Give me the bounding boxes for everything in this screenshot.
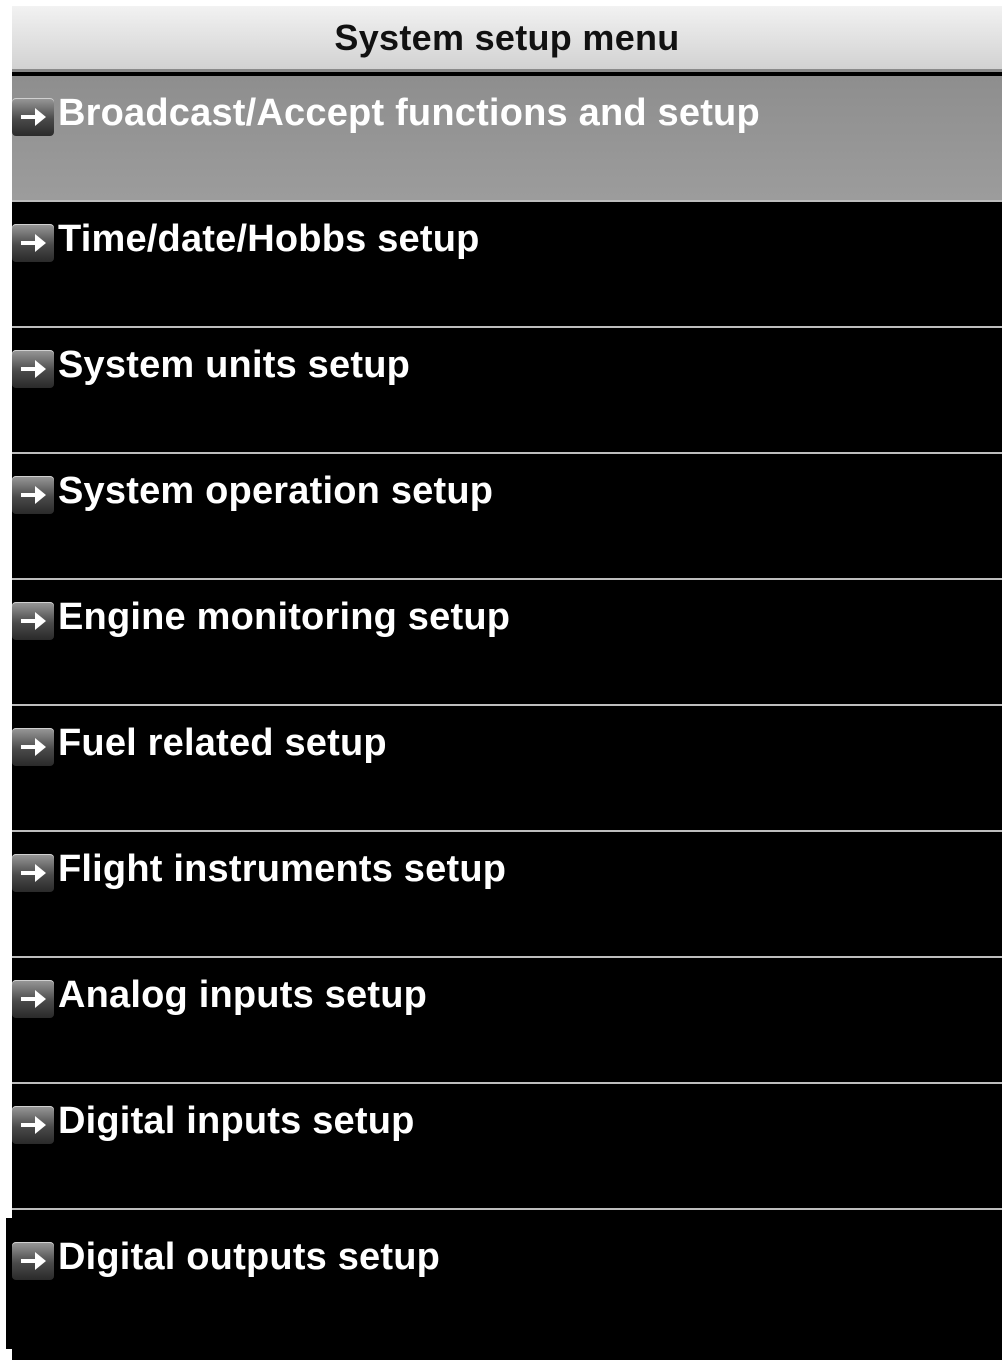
menu-item-analog-inputs[interactable]: Analog inputs setup — [12, 958, 1002, 1084]
menu-item-label: System units setup — [58, 344, 411, 386]
menu-item-label: Flight instruments setup — [58, 848, 507, 890]
menu-item-label: Broadcast/Accept functions and setup — [58, 92, 760, 134]
menu-item-system-units[interactable]: System units setup — [12, 328, 1002, 454]
arrow-right-icon — [12, 224, 54, 262]
arrow-right-icon — [12, 602, 54, 640]
menu-item-digital-outputs[interactable]: Digital outputs setup — [12, 1220, 1002, 1360]
menu-item-label: Digital outputs setup — [58, 1236, 441, 1278]
menu-item-label: Digital inputs setup — [58, 1100, 415, 1142]
menu-item-system-operation[interactable]: System operation setup — [12, 454, 1002, 580]
arrow-right-icon — [12, 728, 54, 766]
menu-item-label: System operation setup — [58, 470, 494, 512]
menu-item-time-date-hobbs[interactable]: Time/date/Hobbs setup — [12, 202, 1002, 328]
menu-item-fuel-related[interactable]: Fuel related setup — [12, 706, 1002, 832]
arrow-right-icon — [12, 1242, 54, 1280]
menu-item-engine-monitoring[interactable]: Engine monitoring setup — [12, 580, 1002, 706]
screen-edge — [6, 1218, 12, 1349]
setup-menu: Broadcast/Accept functions and setup Tim… — [12, 76, 1002, 1360]
menu-item-broadcast-accept[interactable]: Broadcast/Accept functions and setup — [12, 76, 1002, 202]
menu-item-label: Time/date/Hobbs setup — [58, 218, 480, 260]
arrow-right-icon — [12, 1106, 54, 1144]
menu-item-flight-instruments[interactable]: Flight instruments setup — [12, 832, 1002, 958]
system-setup-screen: System setup menu Broadcast/Accept funct… — [12, 6, 1002, 1360]
page-title: System setup menu — [334, 16, 680, 58]
menu-item-label: Engine monitoring setup — [58, 596, 511, 638]
title-bar: System setup menu — [12, 6, 1002, 72]
menu-item-digital-inputs[interactable]: Digital inputs setup — [12, 1084, 1002, 1210]
arrow-right-icon — [12, 350, 54, 388]
menu-item-label: Analog inputs setup — [58, 974, 428, 1016]
arrow-right-icon — [12, 476, 54, 514]
arrow-right-icon — [12, 854, 54, 892]
menu-item-label: Fuel related setup — [58, 722, 387, 764]
arrow-right-icon — [12, 980, 54, 1018]
arrow-right-icon — [12, 98, 54, 136]
